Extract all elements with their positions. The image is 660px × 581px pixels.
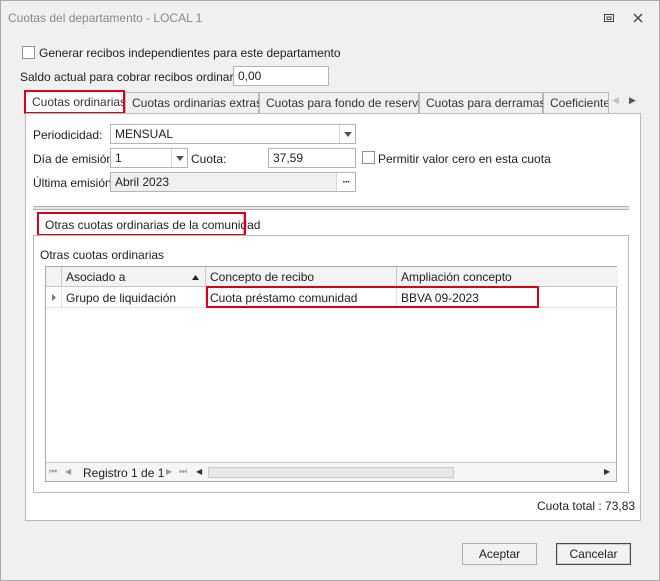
tab-coeficientes[interactable]: Coeficientes (543, 92, 609, 114)
issue-day-select[interactable]: 1 (110, 148, 188, 168)
column-header-ampliacion[interactable]: Ampliación concepto (397, 267, 618, 287)
grid-navigator: ⏮ ◀ Registro 1 de 1 ▶ ⏭ ◀ ▶ (46, 462, 616, 481)
sort-ascending-icon (192, 275, 199, 280)
horizontal-scrollbar-thumb[interactable] (208, 467, 454, 478)
last-issue-label: Última emisión: (33, 176, 116, 190)
balance-input[interactable]: 0,00 (233, 66, 329, 86)
tab-otras-cuotas[interactable]: Otras cuotas ordinarias de la comunidad (38, 213, 260, 235)
allow-zero-label: Permitir valor cero en esta cuota (378, 152, 551, 166)
column-header-concepto[interactable]: Concepto de recibo (206, 267, 397, 287)
issue-day-dropdown-button[interactable] (171, 149, 187, 167)
otras-cuotas-group-label: Otras cuotas ordinarias (40, 248, 165, 262)
prev-record-icon[interactable]: ◀ (65, 467, 71, 476)
window-title: Cuotas del departamento - LOCAL 1 (8, 11, 203, 25)
tab-otras-cuotas-label: Otras cuotas ordinarias de la comunidad (45, 218, 261, 232)
periodicity-label: Periodicidad: (33, 128, 103, 142)
balance-label: Saldo actual para cobrar recibos ordinar… (20, 70, 253, 84)
row-indicator (46, 288, 62, 308)
column-header-concepto-label: Concepto de recibo (210, 270, 315, 284)
column-header-asociado-label: Asociado a (66, 270, 126, 284)
periodicity-value: MENSUAL (115, 127, 174, 141)
splitter[interactable] (33, 206, 629, 210)
ellipsis-icon: ··· (342, 176, 351, 188)
last-issue-ellipsis-button[interactable]: ··· (336, 173, 355, 191)
cancel-button[interactable]: Cancelar (556, 543, 631, 565)
close-icon (633, 13, 643, 23)
cell-asociado[interactable]: Grupo de liquidación (62, 288, 206, 308)
scroll-right-icon[interactable]: ▶ (604, 467, 610, 476)
otras-cuotas-panel: Otras cuotas ordinarias Asociado a Conce… (33, 235, 629, 493)
issue-day-value: 1 (115, 151, 122, 165)
tab-cuotas-ordinarias-extras[interactable]: Cuotas ordinarias extras (125, 92, 262, 114)
close-button[interactable] (630, 10, 646, 26)
next-record-icon[interactable]: ▶ (166, 467, 172, 476)
other-fees-grid: Asociado a Concepto de recibo Ampliación… (45, 266, 618, 482)
column-header-asociado[interactable]: Asociado a (62, 267, 206, 287)
restore-button[interactable] (601, 10, 617, 26)
independent-receipts-label: Generar recibos independientes para este… (39, 46, 341, 60)
periodicity-dropdown-button[interactable] (339, 125, 355, 143)
dialog-window: Cuotas del departamento - LOCAL 1 Genera… (0, 0, 660, 581)
chevron-down-icon (343, 131, 352, 137)
tab-cuotas-ordinarias[interactable]: Cuotas ordinarias (25, 91, 126, 113)
fee-label: Cuota: (191, 152, 227, 166)
cuotas-ordinarias-panel: Periodicidad: MENSUAL Día de emisión: 1 … (25, 113, 641, 521)
cell-concepto[interactable]: Cuota préstamo comunidad (206, 288, 397, 308)
title-bar: Cuotas del departamento - LOCAL 1 (1, 1, 659, 35)
tab-cuotas-fondo-reserva[interactable]: Cuotas para fondo de reserva (259, 92, 425, 114)
column-header-ampliacion-label: Ampliación concepto (401, 270, 512, 284)
fee-input[interactable]: 37,59 (268, 148, 356, 168)
accept-button[interactable]: Aceptar (462, 543, 537, 565)
tab-scroll-right-icon[interactable]: ▶ (629, 95, 636, 106)
restore-icon (604, 14, 614, 22)
row-pointer-icon (51, 294, 56, 301)
last-issue-value: Abril 2023 (115, 175, 170, 189)
chevron-down-icon (175, 155, 184, 161)
tab-cuotas-derramas[interactable]: Cuotas para derramas (419, 92, 545, 114)
independent-receipts-checkbox[interactable] (22, 46, 35, 59)
first-record-icon[interactable]: ⏮ (49, 466, 57, 477)
issue-day-label: Día de emisión: (33, 152, 117, 166)
periodicity-select[interactable]: MENSUAL (110, 124, 356, 144)
scroll-left-icon[interactable]: ◀ (196, 467, 202, 476)
cell-ampliacion[interactable]: BBVA 09-2023 (397, 288, 618, 308)
allow-zero-checkbox[interactable] (362, 151, 375, 164)
last-issue-field: Abril 2023 ··· (110, 172, 356, 192)
total-fee-label: Cuota total : 73,83 (537, 499, 636, 513)
record-counter: Registro 1 de 1 (83, 466, 165, 480)
grid-indicator-header (46, 267, 62, 287)
tab-scroll-left-icon[interactable]: ◀ (612, 95, 619, 106)
last-record-icon[interactable]: ⏭ (179, 466, 187, 477)
